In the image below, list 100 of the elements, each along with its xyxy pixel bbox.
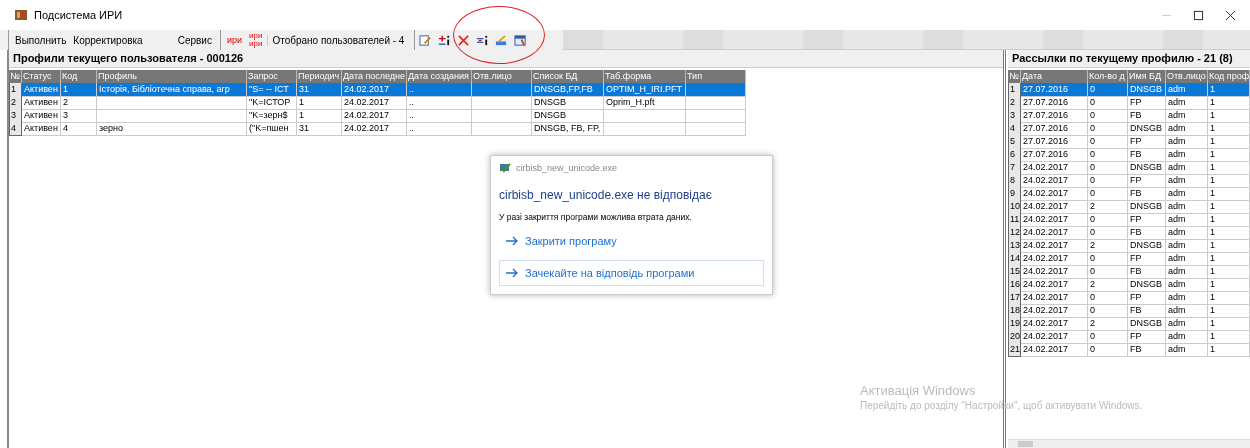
table-row[interactable]: 15 24.02.2017 0 FB adm 1 bbox=[1008, 265, 1250, 278]
table-cell: 27.07.2016 bbox=[1021, 96, 1088, 110]
table-cell: 0 bbox=[1088, 161, 1128, 175]
table-row[interactable]: 14 24.02.2017 0 FP adm 1 bbox=[1008, 252, 1250, 265]
maximize-icon[interactable] bbox=[1193, 9, 1204, 21]
table-row[interactable]: 5 27.07.2016 0 FP adm 1 bbox=[1008, 135, 1250, 148]
table-row[interactable]: 4 Активен 4 зерно ("K=пшен 31 24.02.2017 .. DNSGB, FB, FP, bbox=[9, 122, 1003, 135]
table-cell: 0 bbox=[1088, 122, 1128, 136]
table-cell: .. bbox=[407, 96, 472, 110]
table-cell: FP bbox=[1128, 96, 1166, 110]
horizontal-scrollbar[interactable] bbox=[1008, 439, 1250, 448]
table-cell: DNSGB bbox=[1128, 200, 1166, 214]
table-cell: 24.02.2017 bbox=[1021, 252, 1088, 266]
table-row[interactable]: 9 24.02.2017 0 FB adm 1 bbox=[1008, 187, 1250, 200]
table-row[interactable]: 2 27.07.2016 0 FP adm 1 bbox=[1008, 96, 1250, 109]
table-row[interactable]: 7 24.02.2017 0 DNSGB adm 1 bbox=[1008, 161, 1250, 174]
table-row[interactable]: 12 24.02.2017 0 FB adm 1 bbox=[1008, 226, 1250, 239]
row-number: 8 bbox=[1008, 174, 1021, 188]
table-cell: DNSGB bbox=[1128, 278, 1166, 292]
table-cell: 24.02.2017 bbox=[342, 96, 407, 110]
table-cell: 24.02.2017 bbox=[1021, 343, 1088, 357]
table-cell: 24.02.2017 bbox=[1021, 213, 1088, 227]
column-header[interactable]: Код bbox=[61, 70, 97, 83]
table-row[interactable]: 16 24.02.2017 2 DNSGB adm 1 bbox=[1008, 278, 1250, 291]
table-cell: OPTIM_H_IRI.PFT bbox=[604, 83, 686, 97]
table-cell bbox=[686, 109, 746, 123]
table-cell: Активен bbox=[22, 109, 61, 123]
table-cell: 0 bbox=[1088, 109, 1128, 123]
table-cell: 1 bbox=[1208, 187, 1250, 201]
table-row[interactable]: 20 24.02.2017 0 FP adm 1 bbox=[1008, 330, 1250, 343]
dialog-action[interactable]: Закрити програму bbox=[499, 228, 764, 254]
table-cell: FP bbox=[1128, 330, 1166, 344]
menu-item[interactable]: Сервис bbox=[175, 34, 214, 46]
brush-icon[interactable] bbox=[495, 33, 509, 47]
table-row[interactable]: 1 Активен 1 Історія, Бібліотечна справа, агр "S= -- ІСТ 31 24.02.2017 .. DNSGB,FP,FB OPTIM_H_IRI.PFT bbox=[9, 83, 1003, 96]
column-header[interactable]: Дата создания bbox=[407, 70, 472, 83]
table-cell: 1 bbox=[1208, 109, 1250, 123]
table-row[interactable]: 11 24.02.2017 0 FP adm 1 bbox=[1008, 213, 1250, 226]
table-row[interactable]: 8 24.02.2017 0 FP adm 1 bbox=[1008, 174, 1250, 187]
column-header[interactable]: № bbox=[1008, 70, 1021, 83]
delete-icon[interactable] bbox=[457, 33, 471, 47]
iri-button[interactable]: ири bbox=[224, 35, 244, 45]
table-row[interactable]: 1 27.07.2016 0 DNSGB adm 1 bbox=[1008, 83, 1250, 96]
table-row[interactable]: 18 24.02.2017 0 FB adm 1 bbox=[1008, 304, 1250, 317]
table-cell: 1 bbox=[1208, 96, 1250, 110]
menu-item[interactable]: Выполнить bbox=[13, 34, 69, 46]
app-icon bbox=[14, 8, 28, 22]
column-header[interactable]: Запрос bbox=[247, 70, 297, 83]
table-cell: 1 bbox=[297, 96, 342, 110]
table-cell: adm bbox=[1166, 304, 1208, 318]
table-row[interactable]: 4 27.07.2016 0 DNSGB adm 1 bbox=[1008, 122, 1250, 135]
table-cell: "K=зерн$ bbox=[247, 109, 297, 123]
row-number: 9 bbox=[1008, 187, 1021, 201]
table-row[interactable]: 2 Активен 2 "K=ІСТОР 1 24.02.2017 .. DNSGB Oprim_H.pft bbox=[9, 96, 1003, 109]
column-header[interactable]: Код проф bbox=[1208, 70, 1250, 83]
table-cell: 1 bbox=[1208, 122, 1250, 136]
column-header[interactable]: Список БД bbox=[532, 70, 604, 83]
table-cell: .. bbox=[407, 83, 472, 97]
table-cell: 27.07.2016 bbox=[1021, 122, 1088, 136]
row-number: 16 bbox=[1008, 278, 1021, 292]
table-cell: 0 bbox=[1088, 330, 1128, 344]
table-row[interactable]: 21 24.02.2017 0 FB adm 1 bbox=[1008, 343, 1250, 356]
table-row[interactable]: 13 24.02.2017 2 DNSGB adm 1 bbox=[1008, 239, 1250, 252]
column-header[interactable]: Статус bbox=[22, 70, 61, 83]
table-cell: 31 bbox=[297, 122, 342, 136]
column-header[interactable]: Профиль bbox=[97, 70, 247, 83]
settings-icon[interactable] bbox=[514, 33, 528, 47]
column-header[interactable]: Дата bbox=[1021, 70, 1088, 83]
column-header[interactable]: Дата последне bbox=[342, 70, 407, 83]
close-icon[interactable] bbox=[1225, 9, 1236, 21]
table-row[interactable]: 3 27.07.2016 0 FB adm 1 bbox=[1008, 109, 1250, 122]
table-cell: 4 bbox=[61, 122, 97, 136]
column-header[interactable]: Периодич bbox=[297, 70, 342, 83]
table-row[interactable]: 17 24.02.2017 0 FP adm 1 bbox=[1008, 291, 1250, 304]
add-icon[interactable] bbox=[438, 33, 452, 47]
table-row[interactable]: 19 24.02.2017 2 DNSGB adm 1 bbox=[1008, 317, 1250, 330]
column-header[interactable]: № bbox=[9, 70, 22, 83]
table-cell: 2 bbox=[1088, 317, 1128, 331]
table-cell: adm bbox=[1166, 83, 1208, 97]
table-cell: 24.02.2017 bbox=[1021, 291, 1088, 305]
column-header[interactable]: Отв.лицо bbox=[1166, 70, 1208, 83]
edit-icon[interactable] bbox=[419, 33, 433, 47]
table-cell: 0 bbox=[1088, 148, 1128, 162]
dialog-action[interactable]: Зачекайте на відповідь програми bbox=[499, 260, 764, 286]
column-header[interactable]: Имя БД bbox=[1128, 70, 1166, 83]
column-header[interactable]: Кол-во д bbox=[1088, 70, 1128, 83]
table-row[interactable]: 3 Активен 3 "K=зерн$ 1 24.02.2017 .. DNSGB bbox=[9, 109, 1003, 122]
table-row[interactable]: 6 27.07.2016 0 FB adm 1 bbox=[1008, 148, 1250, 161]
table-row[interactable]: 10 24.02.2017 2 DNSGB adm 1 bbox=[1008, 200, 1250, 213]
column-header[interactable]: Тип bbox=[686, 70, 746, 83]
table-cell: зерно bbox=[97, 122, 247, 136]
table-cell: 1 bbox=[1208, 174, 1250, 188]
dialog-heading: cirbisb_new_unicode.exe не відповідає bbox=[499, 188, 712, 202]
column-header[interactable]: Таб.форма bbox=[604, 70, 686, 83]
list-info-icon[interactable] bbox=[476, 33, 490, 47]
table-cell: adm bbox=[1166, 174, 1208, 188]
menu-item[interactable]: Корректировка bbox=[71, 34, 145, 46]
table-cell: 24.02.2017 bbox=[1021, 174, 1088, 188]
column-header[interactable]: Отв.лицо bbox=[472, 70, 532, 83]
iri-button[interactable]: ири ири bbox=[247, 32, 265, 48]
